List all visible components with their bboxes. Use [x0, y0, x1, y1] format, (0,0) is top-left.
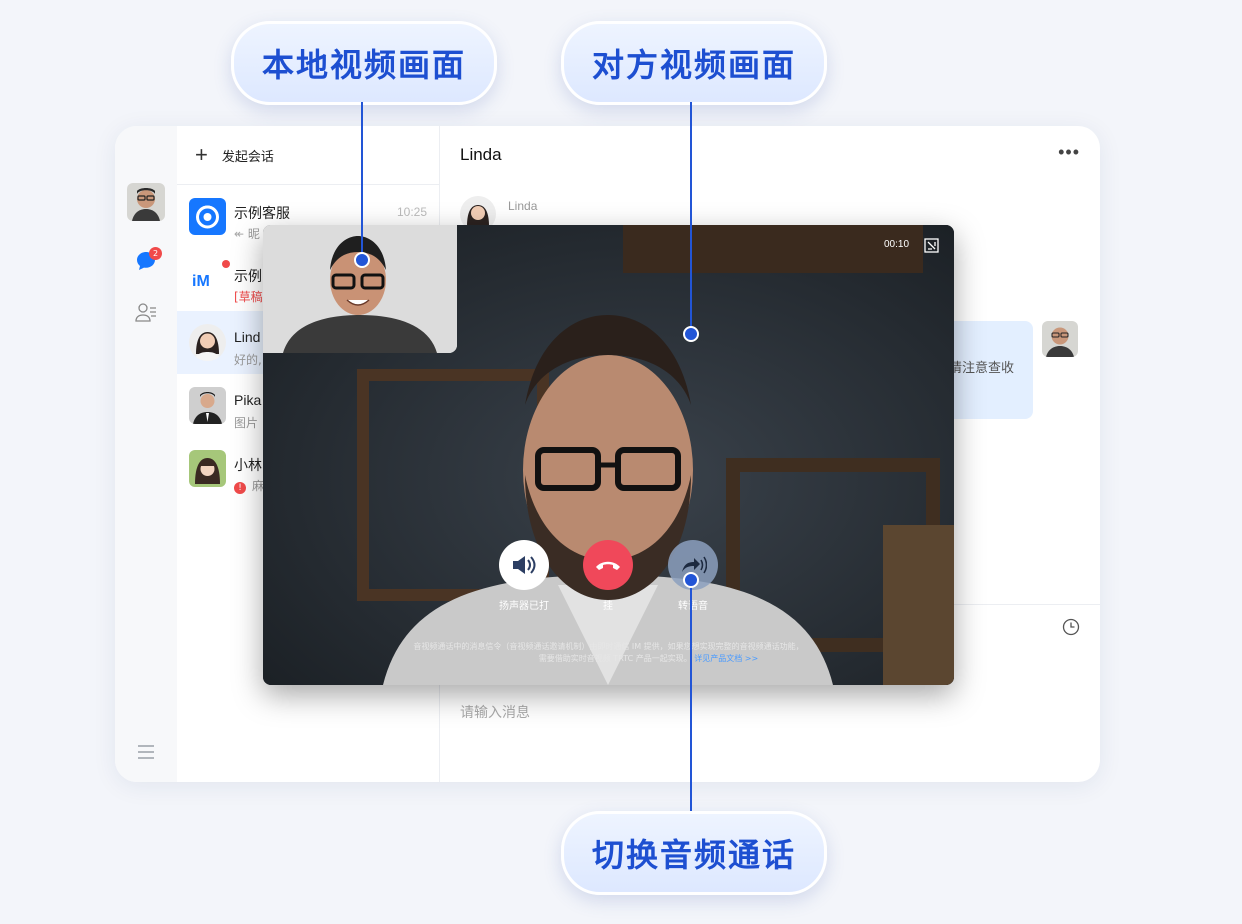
- new-conversation-button[interactable]: + 发起会话: [177, 126, 439, 185]
- menu-icon[interactable]: [137, 744, 155, 764]
- error-icon: !: [234, 482, 246, 494]
- speaker-label: 扬声器已打: [499, 601, 549, 612]
- svg-text:iM: iM: [192, 273, 210, 290]
- plus-icon: +: [195, 142, 208, 167]
- hangup-button[interactable]: [583, 540, 633, 590]
- customer-service-avatar: [189, 198, 226, 235]
- conversation-preview: [草稿: [234, 290, 263, 304]
- more-icon[interactable]: •••: [1058, 142, 1080, 163]
- conversation-name: 示例: [234, 268, 262, 284]
- chat-bubble-icon[interactable]: 2: [136, 247, 162, 275]
- pointer-line-switch: [690, 578, 692, 811]
- speaker-icon: [513, 556, 536, 574]
- conversation-preview: ! 麻: [234, 477, 264, 494]
- conversation-name: Lind: [234, 329, 261, 345]
- chat-title: Linda: [460, 145, 502, 164]
- pointer-dot-switch: [683, 572, 699, 588]
- call-notice-line2: 需要借助实时音视频 TRTC 产品一起实现。 详见产品文档 >>: [538, 654, 759, 663]
- sent-message-text: 请注意查收: [949, 361, 1015, 376]
- callout-remote-video: 对方视频画面: [561, 21, 827, 105]
- contacts-icon[interactable]: [135, 302, 157, 326]
- conversation-preview: 图片: [234, 416, 259, 430]
- conversation-preview: ↞ 昵: [234, 227, 260, 241]
- speaker-button[interactable]: [499, 540, 549, 590]
- conversation-name: 小林: [234, 457, 262, 473]
- conversation-preview: 好的,: [234, 353, 262, 367]
- video-call-window: 00:10 扬声器已打 挂 转语音 音视频通话中的消息信令（音视频通话邀请机制）…: [263, 225, 954, 685]
- hangup-label: 挂: [603, 601, 613, 612]
- pointer-line-remote: [690, 102, 692, 332]
- im-logo-avatar: iM: [189, 260, 230, 298]
- pointer-dot-local: [354, 252, 370, 268]
- unread-badge: 2: [149, 247, 162, 260]
- callout-switch-audio: 切换音频通话: [561, 811, 827, 895]
- new-conversation-label: 发起会话: [221, 149, 274, 165]
- call-notice-line1: 音视频通话中的消息信令（音视频通话邀请机制）由即时通信 IM 提供，如果您想实现…: [413, 642, 804, 651]
- conversation-time: 10:25: [396, 205, 427, 219]
- user-avatar[interactable]: [127, 183, 165, 221]
- message-avatar-self: [1042, 321, 1078, 357]
- xiaolin-avatar: [189, 450, 226, 487]
- chat-header: Linda •••: [439, 126, 1100, 184]
- local-video[interactable]: [263, 225, 457, 353]
- conversation-name: 示例客服: [234, 205, 290, 221]
- pointer-dot-remote: [683, 326, 699, 342]
- pika-avatar: [189, 387, 226, 424]
- hangup-icon: [596, 561, 620, 570]
- pointer-line-local: [361, 102, 363, 258]
- switch-audio-label: 转语音: [678, 601, 708, 612]
- message-input[interactable]: 请输入消息: [460, 702, 530, 722]
- callout-local-video: 本地视频画面: [231, 21, 497, 105]
- message-sender-name: Linda: [508, 199, 538, 213]
- history-icon[interactable]: [1062, 618, 1080, 640]
- unread-dot: [222, 260, 230, 268]
- conversation-name: Pika: [234, 392, 262, 408]
- linda-avatar: [189, 324, 226, 361]
- minimize-icon[interactable]: [924, 238, 939, 257]
- product-doc-link[interactable]: 详见产品文档 >>: [694, 654, 758, 663]
- left-rail: 2: [115, 126, 178, 782]
- call-duration: 00:10: [884, 239, 910, 250]
